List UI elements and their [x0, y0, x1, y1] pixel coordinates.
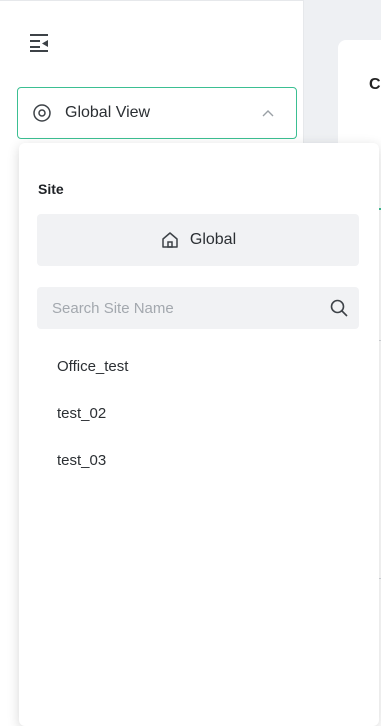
global-button[interactable]: Global	[37, 214, 359, 266]
home-icon	[162, 232, 178, 248]
site-dropdown-panel: Site Global Office_test test_02 test_03	[19, 143, 379, 726]
collapse-sidebar-button[interactable]	[28, 31, 52, 53]
site-list-item[interactable]: test_03	[19, 437, 379, 484]
app-root: C Global View Site Global Search Site Na…	[0, 0, 381, 726]
site-list-item[interactable]: test_02	[19, 390, 379, 437]
chevron-up-icon	[262, 110, 274, 117]
global-button-label: Global	[189, 231, 237, 248]
site-search-input[interactable]	[52, 299, 312, 317]
view-selector[interactable]: Global View	[17, 87, 297, 139]
search-icon[interactable]	[329, 298, 349, 318]
main-title: C	[369, 76, 381, 93]
location-pin-icon	[33, 104, 51, 122]
site-list-item[interactable]: Office_test	[19, 343, 379, 390]
site-search	[37, 287, 359, 329]
site-list: Office_test test_02 test_03	[19, 343, 379, 484]
view-selector-label: Global View	[65, 104, 151, 121]
site-section-heading: Site	[38, 181, 64, 197]
collapse-sidebar-icon	[30, 34, 48, 52]
